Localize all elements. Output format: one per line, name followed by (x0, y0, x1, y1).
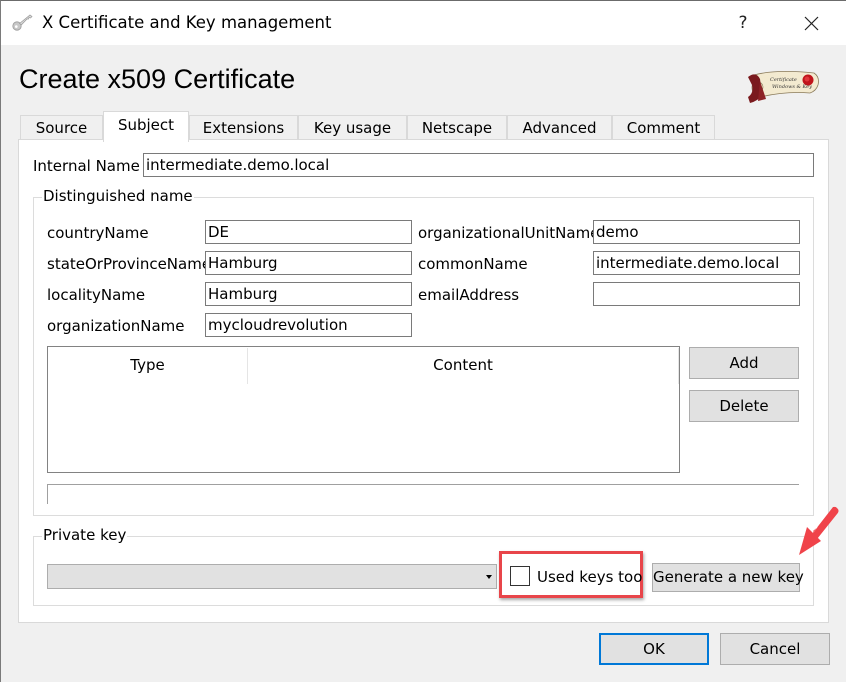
country-name-label: countryName (47, 224, 149, 242)
cancel-button[interactable]: Cancel (720, 633, 830, 665)
add-button[interactable]: Add (689, 347, 799, 379)
generate-key-button[interactable]: Generate a new key (652, 563, 804, 592)
key-icon (12, 14, 33, 31)
title-bar: X Certificate and Key management ? (1, 1, 846, 45)
organization-label: organizationName (47, 317, 185, 335)
delete-button[interactable]: Delete (689, 390, 799, 422)
dropdown-arrow-icon (486, 575, 492, 579)
tab-key-usage[interactable]: Key usage (298, 115, 407, 141)
close-button[interactable] (794, 7, 830, 39)
organization-input[interactable] (205, 313, 412, 337)
help-button[interactable]: ? (726, 7, 760, 39)
private-key-title: Private key (42, 526, 128, 544)
state-label: stateOrProvinceName (47, 255, 212, 273)
column-header-content[interactable]: Content (248, 347, 678, 384)
subject-tab-panel: Internal Name Distinguished name country… (18, 139, 829, 623)
email-label: emailAddress (418, 286, 520, 304)
tab-source[interactable]: Source (20, 115, 103, 141)
certificate-scroll-logo: Certificate Windows & Key (748, 71, 819, 103)
distinguished-name-title: Distinguished name (42, 187, 194, 205)
internal-name-input[interactable] (143, 153, 814, 177)
dialog-heading: Create x509 Certificate (19, 64, 296, 94)
internal-name-label: Internal Name (33, 157, 140, 175)
common-name-input[interactable] (593, 251, 800, 275)
dialog-window: X Certificate and Key management ? Creat… (0, 0, 846, 682)
private-key-dropdown[interactable] (47, 564, 497, 589)
column-header-type[interactable]: Type (48, 347, 247, 384)
locality-input[interactable] (205, 282, 412, 306)
email-input[interactable] (593, 282, 800, 306)
annotation-arrow-icon (799, 506, 839, 555)
svg-text:Windows & Key: Windows & Key (772, 84, 812, 90)
org-unit-input[interactable] (593, 220, 800, 244)
window-title: X Certificate and Key management (42, 13, 332, 32)
tab-advanced[interactable]: Advanced (507, 115, 612, 141)
dn-preview-field (47, 484, 799, 504)
svg-text:Certificate: Certificate (770, 77, 797, 83)
tab-extensions[interactable]: Extensions (189, 115, 298, 141)
common-name-label: commonName (418, 255, 528, 273)
locality-label: localityName (47, 286, 146, 304)
country-name-input[interactable] (205, 220, 412, 244)
column-separator (678, 348, 679, 384)
tab-subject[interactable]: Subject (103, 111, 189, 142)
close-icon (804, 16, 819, 31)
dn-entries-table[interactable]: Type Content (47, 346, 680, 473)
state-input[interactable] (205, 251, 412, 275)
tab-netscape[interactable]: Netscape (407, 115, 507, 141)
used-keys-checkbox[interactable] (510, 566, 530, 586)
ok-button[interactable]: OK (599, 633, 709, 665)
tab-comment[interactable]: Comment (612, 115, 715, 141)
org-unit-label: organizationalUnitName (418, 224, 600, 242)
used-keys-label[interactable]: Used keys too (537, 568, 642, 586)
